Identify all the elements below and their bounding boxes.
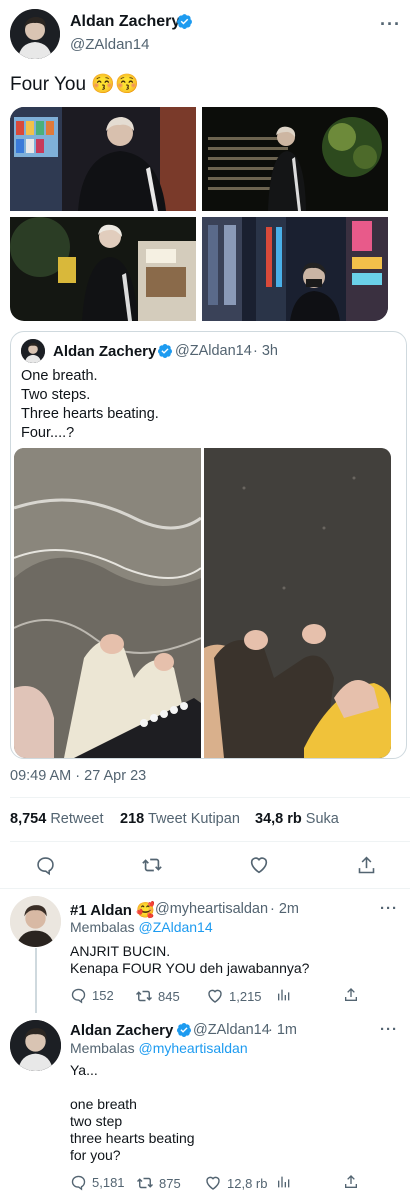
- reply-action[interactable]: 152: [70, 987, 114, 1004]
- retweet-action[interactable]: 875: [136, 1174, 181, 1192]
- heart-icon[interactable]: [247, 853, 271, 877]
- replying-prefix: Membalas: [70, 919, 135, 935]
- heart-icon: [206, 1176, 220, 1190]
- reply-text: Ya... one breath two step three hearts b…: [70, 1062, 195, 1163]
- replying-to: Membalas @myheartisaldan: [70, 1040, 248, 1056]
- thread-line: [35, 948, 37, 1013]
- author-avatar[interactable]: [10, 9, 60, 59]
- more-icon[interactable]: ···: [380, 900, 398, 917]
- author-name[interactable]: Aldan Zachery: [70, 13, 180, 31]
- more-icon[interactable]: ···: [380, 14, 401, 35]
- reply-count: 5,181: [92, 1175, 125, 1190]
- verified-badge-icon: [157, 343, 173, 364]
- tweet-photo-1[interactable]: [10, 107, 196, 211]
- reply-action[interactable]: 5,181: [70, 1174, 125, 1191]
- quote-count[interactable]: 218 Tweet Kutipan: [120, 811, 240, 827]
- reply-count: 152: [92, 988, 114, 1003]
- like-action[interactable]: 1,215: [206, 987, 262, 1005]
- quoted-photo-2[interactable]: [204, 448, 391, 758]
- reply-avatar[interactable]: [10, 896, 61, 947]
- tweet-timestamp[interactable]: 09:49 AM · 27 Apr 23: [10, 768, 146, 784]
- retweet-count: 845: [158, 988, 180, 1004]
- divider: [10, 841, 410, 842]
- share-icon[interactable]: [354, 853, 378, 877]
- quoted-tweet[interactable]: Aldan Zachery @ZAldan14 · 3h One breath.…: [10, 331, 407, 759]
- reply-time: · 2m: [270, 901, 299, 917]
- heart-icon: [208, 989, 222, 1003]
- like-count: 1,215: [229, 988, 262, 1004]
- like-action[interactable]: 12,8 rb: [204, 1174, 267, 1192]
- reply-author-name[interactable]: #1 Aldan 🥰: [70, 901, 155, 919]
- more-icon[interactable]: ···: [380, 1021, 398, 1038]
- retweet-action[interactable]: 845: [135, 987, 180, 1005]
- like-count-value: 34,8 rb: [255, 811, 302, 827]
- replying-to-link[interactable]: @ZAldan14: [138, 919, 212, 935]
- reply-icon: [71, 988, 86, 1004]
- quoted-tweet-line-1: One breath.: [21, 368, 98, 384]
- tweet-photo-3[interactable]: [10, 217, 196, 321]
- tweet-photo-2[interactable]: [202, 107, 388, 211]
- quoted-author-name: Aldan Zachery: [53, 343, 157, 360]
- replying-to: Membalas @ZAldan14: [70, 919, 213, 935]
- author-handle[interactable]: @ZAldan14: [70, 36, 149, 53]
- quoted-tweet-line-4: Four....?: [21, 425, 75, 441]
- analytics-icon[interactable]: [276, 1174, 292, 1190]
- retweet-count-value: 8,754: [10, 811, 47, 827]
- replying-prefix: Membalas: [70, 1040, 135, 1056]
- reply-text: ANJRIT BUCIN. Kenapa FOUR YOU deh jawaba…: [70, 943, 310, 976]
- reply-author-name[interactable]: Aldan Zachery: [70, 1022, 173, 1039]
- quoted-photo-1[interactable]: [14, 448, 201, 758]
- quoted-author-handle: @ZAldan14: [175, 343, 252, 359]
- retweet-icon: [135, 990, 153, 1002]
- analytics-icon[interactable]: [276, 987, 292, 1003]
- reply-avatar[interactable]: [10, 1020, 61, 1071]
- quote-count-value: 218: [120, 811, 145, 827]
- reply-icon: [71, 1175, 86, 1191]
- retweet-count[interactable]: 8,754 Retweet: [10, 811, 104, 827]
- quoted-tweet-line-3: Three hearts beating.: [21, 406, 159, 422]
- divider: [0, 888, 410, 889]
- quoted-author-avatar: [21, 339, 45, 363]
- quoted-tweet-time: · 3h: [253, 343, 278, 359]
- reply-time: · 1m: [268, 1022, 297, 1038]
- share-icon[interactable]: [343, 987, 359, 1003]
- reply-icon[interactable]: [33, 853, 57, 877]
- quote-count-label: Tweet Kutipan: [147, 811, 240, 827]
- verified-badge-icon: [176, 13, 193, 35]
- retweet-count: 875: [159, 1175, 181, 1191]
- like-count[interactable]: 34,8 rb Suka: [255, 811, 339, 827]
- replying-to-link[interactable]: @myheartisaldan: [138, 1040, 247, 1056]
- reply-author-handle[interactable]: @myheartisaldan: [155, 901, 268, 917]
- share-icon[interactable]: [343, 1174, 359, 1190]
- quoted-tweet-line-2: Two steps.: [21, 387, 91, 403]
- retweet-icon: [136, 1177, 154, 1189]
- like-count-label: Suka: [305, 811, 339, 827]
- tweet-text: Four You 😚😚: [10, 74, 139, 95]
- retweet-icon[interactable]: [140, 853, 164, 877]
- tweet-photo-4[interactable]: [202, 217, 388, 321]
- retweet-count-label: Retweet: [50, 811, 104, 827]
- like-count: 12,8 rb: [227, 1175, 268, 1191]
- divider: [10, 797, 410, 798]
- reply-author-handle[interactable]: @ZAldan14: [193, 1022, 270, 1038]
